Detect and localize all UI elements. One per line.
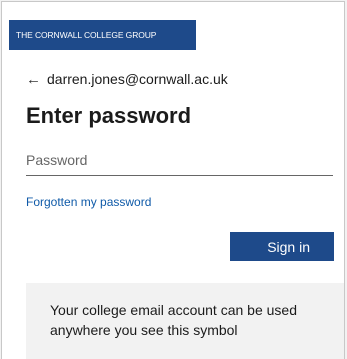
account-email: darren.jones@cornwall.ac.uk: [47, 71, 228, 87]
college-logo: THE CORNWALL COLLEGE GROUP: [2, 20, 196, 50]
sign-in-button[interactable]: Sign in: [230, 232, 334, 261]
info-text: Your college email account can be used a…: [50, 302, 297, 338]
identity-back-link[interactable]: ← darren.jones@cornwall.ac.uk: [26, 71, 228, 87]
info-box: Your college email account can be used a…: [26, 283, 344, 359]
password-input[interactable]: [26, 148, 333, 176]
logo-banner: THE CORNWALL COLLEGE GROUP: [9, 20, 196, 50]
logo-text: THE CORNWALL COLLEGE GROUP: [16, 30, 157, 40]
page-title: Enter password: [26, 103, 192, 128]
sign-in-card: THE CORNWALL COLLEGE GROUP ← darren.jone…: [1, 1, 345, 359]
back-arrow-icon[interactable]: ←: [26, 72, 41, 87]
forgot-password-link[interactable]: Forgotten my password: [26, 195, 151, 209]
